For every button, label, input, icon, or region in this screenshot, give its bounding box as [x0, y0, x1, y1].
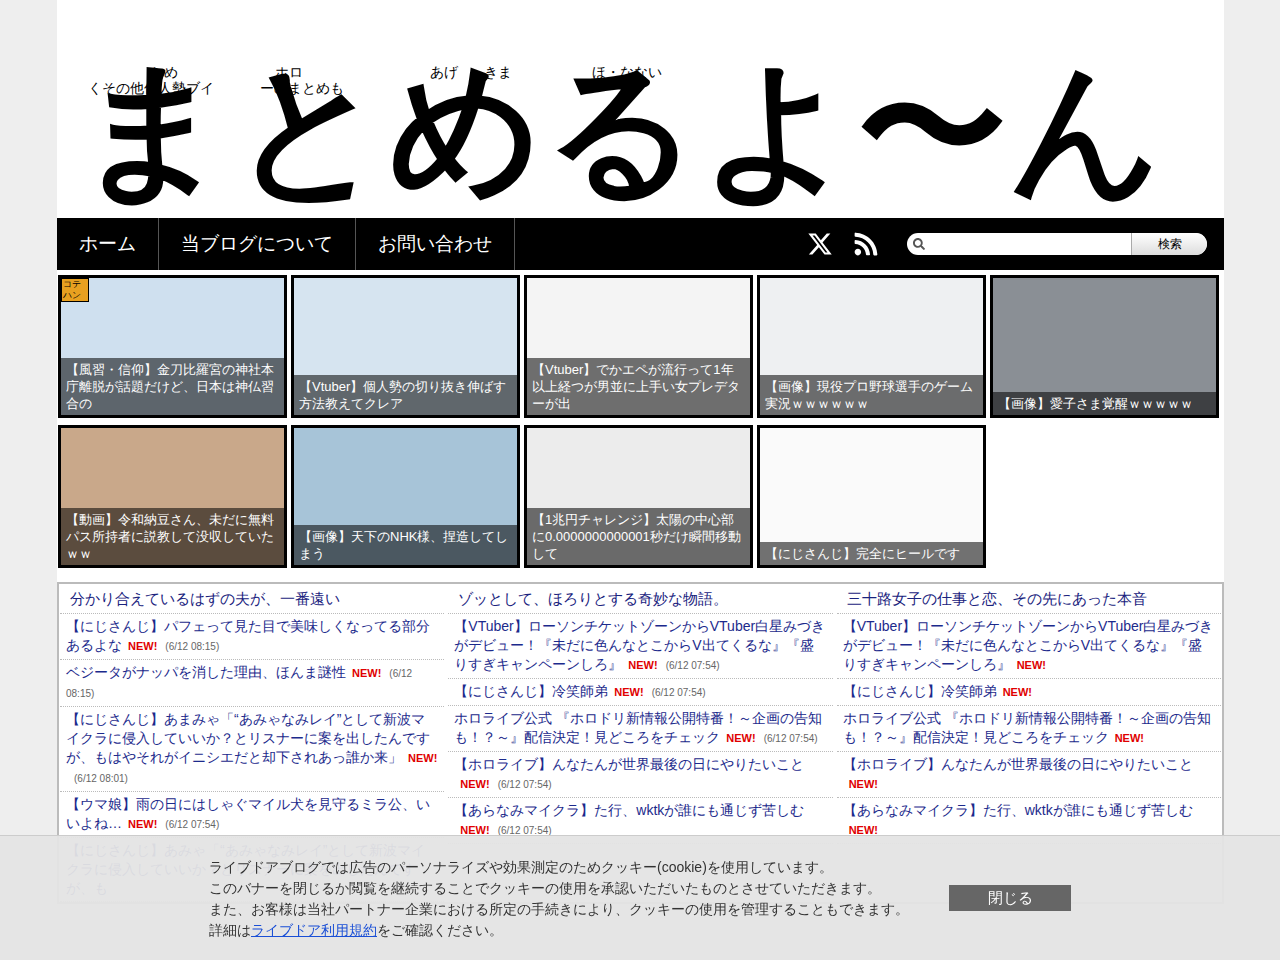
link-item[interactable]: ベジータがナッパを消した理由、ほんま謎性NEW!(6/12 08:15)	[60, 660, 444, 707]
logo[interactable]: まとめるよ〜ん	[57, 0, 1224, 207]
date: (6/12 07:54)	[652, 687, 706, 698]
link-item[interactable]: 【にじさんじ】冷笑師弟NEW!(6/12 07:54)	[448, 679, 832, 706]
link-item[interactable]: 【ホロライブ】んなたんが世界最後の日にやりたいことNEW!	[837, 752, 1221, 798]
card-caption[interactable]: 【画像】天下のNHK様、捏造してしまう	[294, 525, 517, 565]
link-item[interactable]: 【にじさんじ】冷笑師弟NEW!	[837, 679, 1221, 706]
card-caption[interactable]: 【Vtuber】でかエペが流行って1年以上経つが男並に上手い女プレデターが出	[527, 358, 750, 415]
search-button[interactable]: 検索	[1131, 233, 1207, 255]
new-badge: NEW!	[1017, 659, 1046, 671]
cookie-line: このバナーを閉じるか閲覧を継続することでクッキーの使用を承認いただいたものとさせ…	[209, 878, 949, 899]
search-input[interactable]	[925, 233, 1131, 255]
card-caption[interactable]: 【風習・信仰】金刀比羅宮の神社本庁離脱が話題だけど、日本は神仏習合の	[61, 358, 284, 415]
link-item[interactable]: 【ホロライブ】んなたんが世界最後の日にやりたいことNEW!(6/12 07:54…	[448, 752, 832, 798]
article-card[interactable]: 【にじさんじ】完全にヒールです	[757, 425, 986, 568]
date: (6/12 07:54)	[764, 733, 818, 744]
search-box: 検索	[907, 233, 1207, 255]
close-button[interactable]: 閉じる	[949, 885, 1071, 911]
article-card[interactable]: 【動画】令和納豆さん、未だに無料パス所持者に説教して没収していたｗｗ	[58, 425, 287, 568]
column-header[interactable]: 分かり合えているはずの夫が、一番遠い	[60, 584, 444, 614]
new-badge: NEW!	[726, 732, 755, 744]
link-item[interactable]: 【VTuber】ローソンチケットゾーンからVTuber白星みづきがデビュー！『未…	[448, 614, 832, 679]
new-badge: NEW!	[1003, 686, 1032, 698]
x-icon[interactable]	[807, 231, 833, 257]
date: (6/12 07:54)	[165, 819, 219, 830]
date: (6/12 07:54)	[498, 779, 552, 790]
card-grid: コテハン【風習・信仰】金刀比羅宮の神社本庁離脱が話題だけど、日本は神仏習合の【V…	[57, 270, 1224, 568]
nav-bar: ホーム当ブログについてお問い合わせ 検索	[57, 218, 1224, 270]
date: (6/12 07:54)	[666, 660, 720, 671]
nav-item[interactable]: ホーム	[57, 218, 159, 270]
cookie-text: ライブドアブログでは広告のパーソナライズや効果測定のためクッキー(cookie)…	[209, 857, 949, 960]
rss-icon[interactable]	[853, 231, 879, 257]
badge: コテハン	[61, 278, 89, 302]
terms-link[interactable]: ライブドア利用規約	[251, 922, 377, 938]
date: (6/12 08:15)	[165, 641, 219, 652]
new-badge: NEW!	[460, 778, 489, 790]
article-card[interactable]: 【1兆円チャレンジ】太陽の中心部に0.0000000000001秒だけ瞬間移動し…	[524, 425, 753, 568]
card-caption[interactable]: 【動画】令和納豆さん、未だに無料パス所持者に説教して没収していたｗｗ	[61, 508, 284, 565]
article-card[interactable]: 【画像】愛子さま覚醒ｗｗｗｗｗ	[990, 275, 1219, 418]
new-badge: NEW!	[408, 752, 437, 764]
search-icon	[913, 238, 925, 250]
new-badge: NEW!	[628, 659, 657, 671]
new-badge: NEW!	[352, 667, 381, 679]
cookie-banner: ライブドアブログでは広告のパーソナライズや効果測定のためクッキー(cookie)…	[0, 835, 1280, 960]
site-header[interactable]: とめホロあげきまほ・なないくその他個人勢ブイーのまとめもまとめるよ〜ん	[57, 0, 1224, 218]
article-card[interactable]: 【Vtuber】でかエペが流行って1年以上経つが男並に上手い女プレデターが出	[524, 275, 753, 418]
card-caption[interactable]: 【Vtuber】個人勢の切り抜き伸ばす方法教えてクレア	[294, 375, 517, 415]
card-caption[interactable]: 【画像】愛子さま覚醒ｗｗｗｗｗ	[993, 392, 1216, 415]
card-caption[interactable]: 【画像】現役プロ野球選手のゲーム実況ｗｗｗｗｗｗ	[760, 375, 983, 415]
column-header[interactable]: 三十路女子の仕事と恋、その先にあった本音	[837, 584, 1221, 614]
article-card[interactable]: 【Vtuber】個人勢の切り抜き伸ばす方法教えてクレア	[291, 275, 520, 418]
page: とめホロあげきまほ・なないくその他個人勢ブイーのまとめもまとめるよ〜んホーム当ブ…	[0, 0, 1280, 960]
article-card[interactable]: コテハン【風習・信仰】金刀比羅宮の神社本庁離脱が話題だけど、日本は神仏習合の	[58, 275, 287, 418]
container: とめホロあげきまほ・なないくその他個人勢ブイーのまとめもまとめるよ〜んホーム当ブ…	[57, 0, 1224, 960]
new-badge: NEW!	[614, 686, 643, 698]
article-card[interactable]: 【画像】天下のNHK様、捏造してしまう	[291, 425, 520, 568]
date: (6/12 08:01)	[74, 773, 128, 784]
nav-item[interactable]: お問い合わせ	[356, 218, 515, 270]
new-badge: NEW!	[128, 640, 157, 652]
cookie-line: ライブドアブログでは広告のパーソナライズや効果測定のためクッキー(cookie)…	[209, 857, 949, 878]
cookie-line: また、お客様は当社パートナー企業における所定の手続きにより、クッキーの使用を管理…	[209, 899, 949, 920]
link-item[interactable]: 【ウマ娘】雨の日にはしゃぐマイル犬を見守るミラ公、いいよね…NEW!(6/12 …	[60, 792, 444, 838]
new-badge: NEW!	[1115, 732, 1144, 744]
link-item[interactable]: ホロライブ公式 『ホロドリ新情報公開特番！～企画の告知も！？～』配信決定！見どこ…	[448, 706, 832, 752]
link-item[interactable]: ホロライブ公式 『ホロドリ新情報公開特番！～企画の告知も！？～』配信決定！見どこ…	[837, 706, 1221, 752]
card-caption[interactable]: 【にじさんじ】完全にヒールです	[760, 542, 983, 565]
nav-item[interactable]: 当ブログについて	[159, 218, 356, 270]
link-item[interactable]: 【にじさんじ】パフェって見た目で美味しくなってる部分あるよなNEW!(6/12 …	[60, 614, 444, 660]
new-badge: NEW!	[849, 778, 878, 790]
link-item[interactable]: 【にじさんじ】あまみゃ「“あみゃなみレイ”として新波マイクラに侵入していいか？と…	[60, 707, 444, 792]
column-header[interactable]: ゾッとして、ほろりとする奇妙な物語。	[448, 584, 832, 614]
article-card[interactable]: 【画像】現役プロ野球選手のゲーム実況ｗｗｗｗｗｗ	[757, 275, 986, 418]
new-badge: NEW!	[128, 818, 157, 830]
cookie-line: 詳細はライブドア利用規約をご確認ください。	[209, 920, 949, 941]
link-item[interactable]: 【VTuber】ローソンチケットゾーンからVTuber白星みづきがデビュー！『未…	[837, 614, 1221, 679]
card-caption[interactable]: 【1兆円チャレンジ】太陽の中心部に0.0000000000001秒だけ瞬間移動し…	[527, 508, 750, 565]
